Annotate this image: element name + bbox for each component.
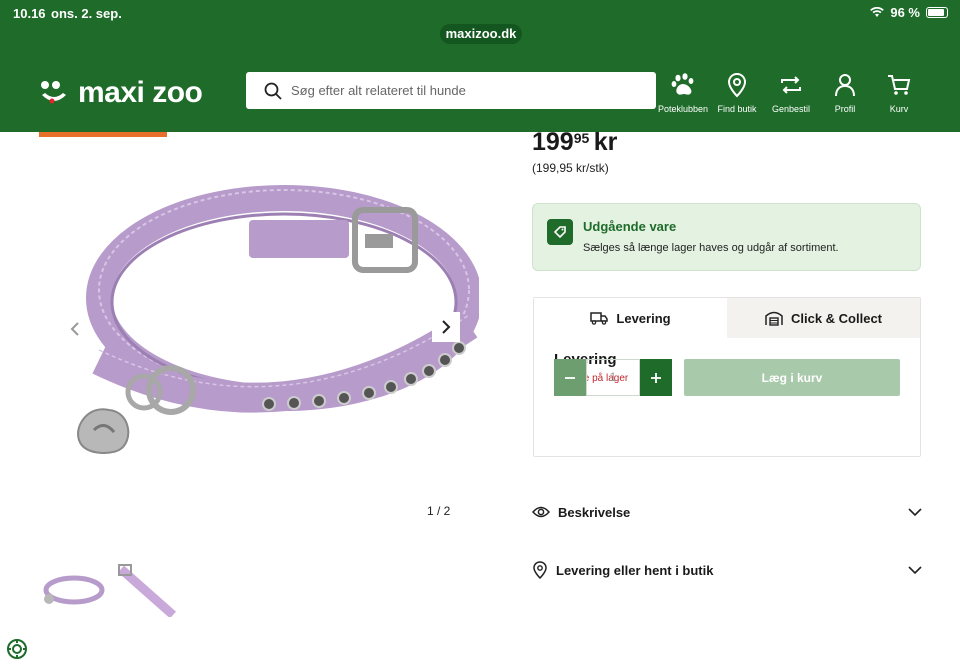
delivery-card: Levering Click & Collect Levering × Ikke… (533, 297, 921, 457)
location-pin-icon (727, 72, 747, 98)
notice-title: Udgående vare (583, 219, 677, 234)
quantity-stepper: 1 (554, 359, 672, 396)
price-decimals: 95 (573, 130, 590, 146)
add-to-cart-button[interactable]: Læg i kurv (684, 359, 900, 396)
chevron-left-icon (70, 322, 79, 336)
truck-icon (590, 312, 609, 325)
status-right: 96 % (870, 5, 948, 20)
battery-icon (926, 7, 948, 18)
paw-icon (671, 73, 694, 95)
repeat-icon (781, 76, 801, 94)
logo-mark-icon (41, 81, 66, 104)
unit-price: (199,95 kr/stk) (532, 161, 609, 175)
product-image[interactable] (39, 150, 482, 530)
chevron-right-icon (442, 320, 451, 334)
product-price: 19995 kr (532, 128, 617, 157)
gallery-next-button[interactable] (432, 312, 460, 342)
quantity-increase-button[interactable] (640, 359, 672, 396)
price-currency: kr (593, 128, 618, 156)
nav-kurv[interactable]: Kurv (874, 72, 924, 114)
nav-profil[interactable]: Profil (820, 72, 870, 114)
user-icon (835, 74, 855, 97)
collar-illustration (77, 185, 482, 454)
url-bar[interactable]: maxizoo.dk (440, 24, 522, 44)
site-logo[interactable]: maxi zoo (38, 76, 203, 110)
delivery-tabs: Levering Click & Collect (534, 298, 920, 338)
price-integer: 199 (532, 128, 574, 156)
discontinued-notice: Udgående vare Sælges så længe lager have… (532, 203, 921, 271)
site-header: 10.16 ons. 2. sep. 96 % maxizoo.dk maxi … (0, 0, 960, 132)
chevron-down-icon (908, 565, 922, 574)
tab-click-collect[interactable]: Click & Collect (727, 298, 920, 338)
nav-poteklubben[interactable]: Poteklubben (658, 72, 708, 114)
plus-icon (651, 372, 661, 383)
search-input[interactable]: Søg efter alt relateret til hunde (246, 72, 656, 109)
battery-percent: 96 % (890, 5, 920, 20)
store-icon (765, 311, 783, 326)
search-placeholder: Søg efter alt relateret til hunde (291, 83, 466, 98)
cookie-settings-icon[interactable] (6, 638, 28, 660)
wifi-icon (870, 7, 885, 17)
cart-icon (888, 75, 911, 95)
notice-text: Sælges så længe lager haves og udgår af … (583, 242, 839, 254)
accordion-delivery-label: Levering eller hent i butik (556, 562, 714, 578)
quantity-decrease-button[interactable] (554, 359, 586, 396)
thumbnail-2[interactable] (115, 563, 181, 617)
status-time: 10.16 (13, 6, 46, 21)
logo-text: maxi zoo (78, 76, 203, 109)
tag-icon (547, 219, 573, 245)
eye-icon (532, 506, 550, 518)
gallery-prev-button[interactable] (62, 316, 88, 342)
header-nav: Poteklubben Find butik Genbestil Profil … (658, 72, 924, 114)
promo-badge (39, 132, 167, 137)
nav-genbestil[interactable]: Genbestil (766, 72, 816, 114)
accordion-description-label: Beskrivelse (558, 504, 631, 520)
nav-find-butik[interactable]: Find butik (712, 72, 762, 114)
thumbnail-1[interactable] (39, 563, 105, 617)
status-date: ons. 2. sep. (51, 6, 122, 21)
chevron-down-icon (908, 507, 922, 516)
tab-levering[interactable]: Levering (534, 298, 727, 338)
gallery-pager: 1 / 2 (427, 504, 451, 518)
thumbnail-list (39, 563, 181, 617)
accordion-delivery-pickup[interactable]: Levering eller hent i butik (532, 555, 922, 585)
quantity-input[interactable]: 1 (586, 359, 640, 396)
minus-icon (565, 376, 575, 379)
location-pin-icon (533, 561, 547, 579)
accordion-description[interactable]: Beskrivelse (532, 497, 922, 527)
search-icon (264, 82, 282, 100)
